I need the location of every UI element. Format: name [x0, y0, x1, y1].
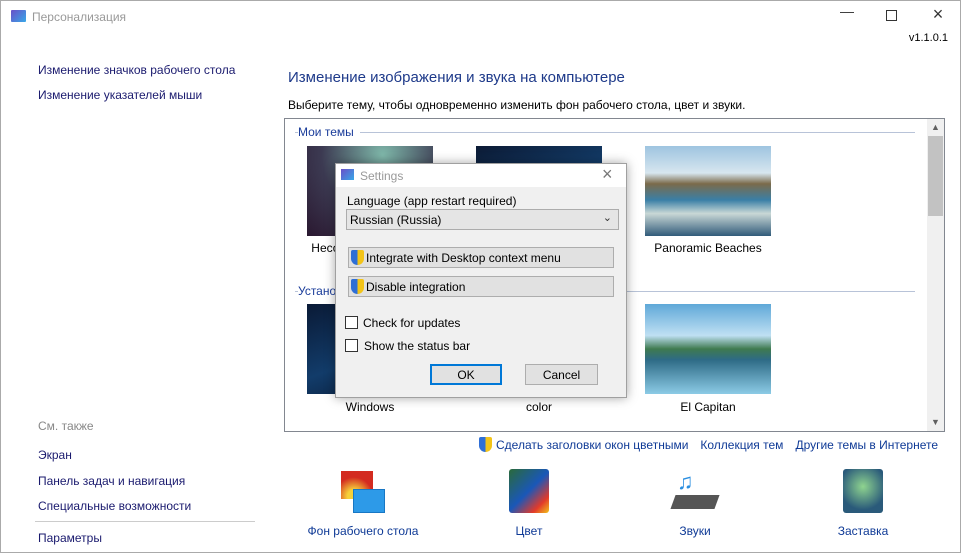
group-divider [295, 132, 915, 133]
shield-icon [479, 437, 492, 452]
dialog-close-button[interactable]: × [602, 164, 613, 185]
desktop-background-icon [339, 469, 387, 515]
dialog-title: Settings [360, 169, 404, 183]
dialog-title-bar[interactable]: Settings × [336, 164, 626, 187]
close-button[interactable]: × [929, 4, 947, 26]
cancel-label: Cancel [542, 367, 581, 382]
color-icon [509, 469, 549, 513]
app-icon [11, 10, 26, 22]
settings-dialog: Settings × Language (app restart require… [335, 163, 627, 398]
check-updates-label: Check for updates [363, 316, 461, 330]
language-label: Language (app restart required) [347, 194, 517, 208]
sidebar-link-taskbar[interactable]: Панель задач и навигация [38, 474, 185, 488]
online-themes-link[interactable]: Другие темы в Интернете [795, 438, 938, 452]
sidebar-link-desktop-icons[interactable]: Изменение значков рабочего стола [38, 63, 235, 77]
status-bar-label: Show the status bar [364, 339, 471, 353]
scroll-down-arrow[interactable]: ▼ [927, 414, 944, 431]
scroll-thumb[interactable] [928, 136, 943, 216]
ok-button[interactable]: OK [430, 364, 502, 385]
screensaver-icon [843, 469, 883, 513]
integrate-button[interactable]: Integrate with Desktop context menu [348, 247, 614, 268]
sidebar-divider [35, 521, 255, 522]
see-also-label: См. также [38, 419, 94, 433]
chevron-down-icon: ⌄ [602, 212, 612, 224]
sidebar-link-display[interactable]: Экран [38, 448, 72, 462]
theme-label: El Capitan [680, 400, 736, 414]
scroll-up-arrow[interactable]: ▲ [927, 119, 944, 136]
shield-icon [351, 250, 364, 265]
screensaver-item[interactable]: Заставка [793, 469, 933, 538]
theme-label: Panoramic Beaches [654, 241, 762, 255]
sounds-icon: ♫ [670, 469, 720, 513]
language-select[interactable]: Russian (Russia) ⌄ [346, 209, 619, 230]
status-bar-checkbox[interactable] [345, 339, 358, 352]
sounds-item[interactable]: ♫ Звуки [625, 469, 765, 538]
sounds-label: Звуки [679, 524, 711, 538]
shield-icon [351, 279, 364, 294]
sidebar-link-mouse-pointers[interactable]: Изменение указателей мыши [38, 88, 202, 102]
theme-thumbnail-panoramic-beaches[interactable] [645, 146, 771, 236]
theme-label: color [525, 400, 552, 414]
sidebar-link-settings[interactable]: Параметры [38, 531, 102, 545]
color-label: Цвет [515, 524, 543, 538]
minimize-button[interactable]: — [837, 3, 857, 27]
disable-integration-button[interactable]: Disable integration [348, 276, 614, 297]
page-subtitle: Выберите тему, чтобы одновременно измени… [288, 98, 746, 112]
desktop-background-item[interactable]: Фон рабочего стола [293, 469, 433, 538]
check-updates-checkbox[interactable] [345, 316, 358, 329]
window-title: Персонализация [32, 10, 127, 24]
cancel-button[interactable]: Cancel [525, 364, 598, 385]
desktop-background-label: Фон рабочего стола [307, 524, 419, 538]
screensaver-label: Заставка [837, 524, 889, 538]
version-label: v1.1.0.1 [908, 32, 948, 44]
theme-thumbnail-el-capitan[interactable] [645, 304, 771, 394]
theme-collection-link[interactable]: Коллекция тем [700, 438, 783, 452]
maximize-button[interactable] [886, 10, 897, 21]
color-item[interactable]: Цвет [459, 469, 599, 538]
integrate-button-label: Integrate with Desktop context menu [366, 250, 561, 265]
group-label-my-themes: Мои темы [298, 125, 360, 139]
colored-titlebars-link[interactable]: Сделать заголовки окон цветными [496, 438, 688, 452]
page-title: Изменение изображения и звука на компьют… [288, 69, 625, 86]
dialog-app-icon [341, 169, 354, 180]
ok-label: OK [457, 367, 475, 382]
disable-integration-label: Disable integration [366, 279, 466, 294]
vertical-scrollbar[interactable]: ▲ ▼ [927, 119, 944, 431]
sidebar-link-accessibility[interactable]: Специальные возможности [38, 499, 191, 513]
theme-label: Windows [345, 400, 395, 414]
language-value: Russian (Russia) [350, 213, 442, 227]
